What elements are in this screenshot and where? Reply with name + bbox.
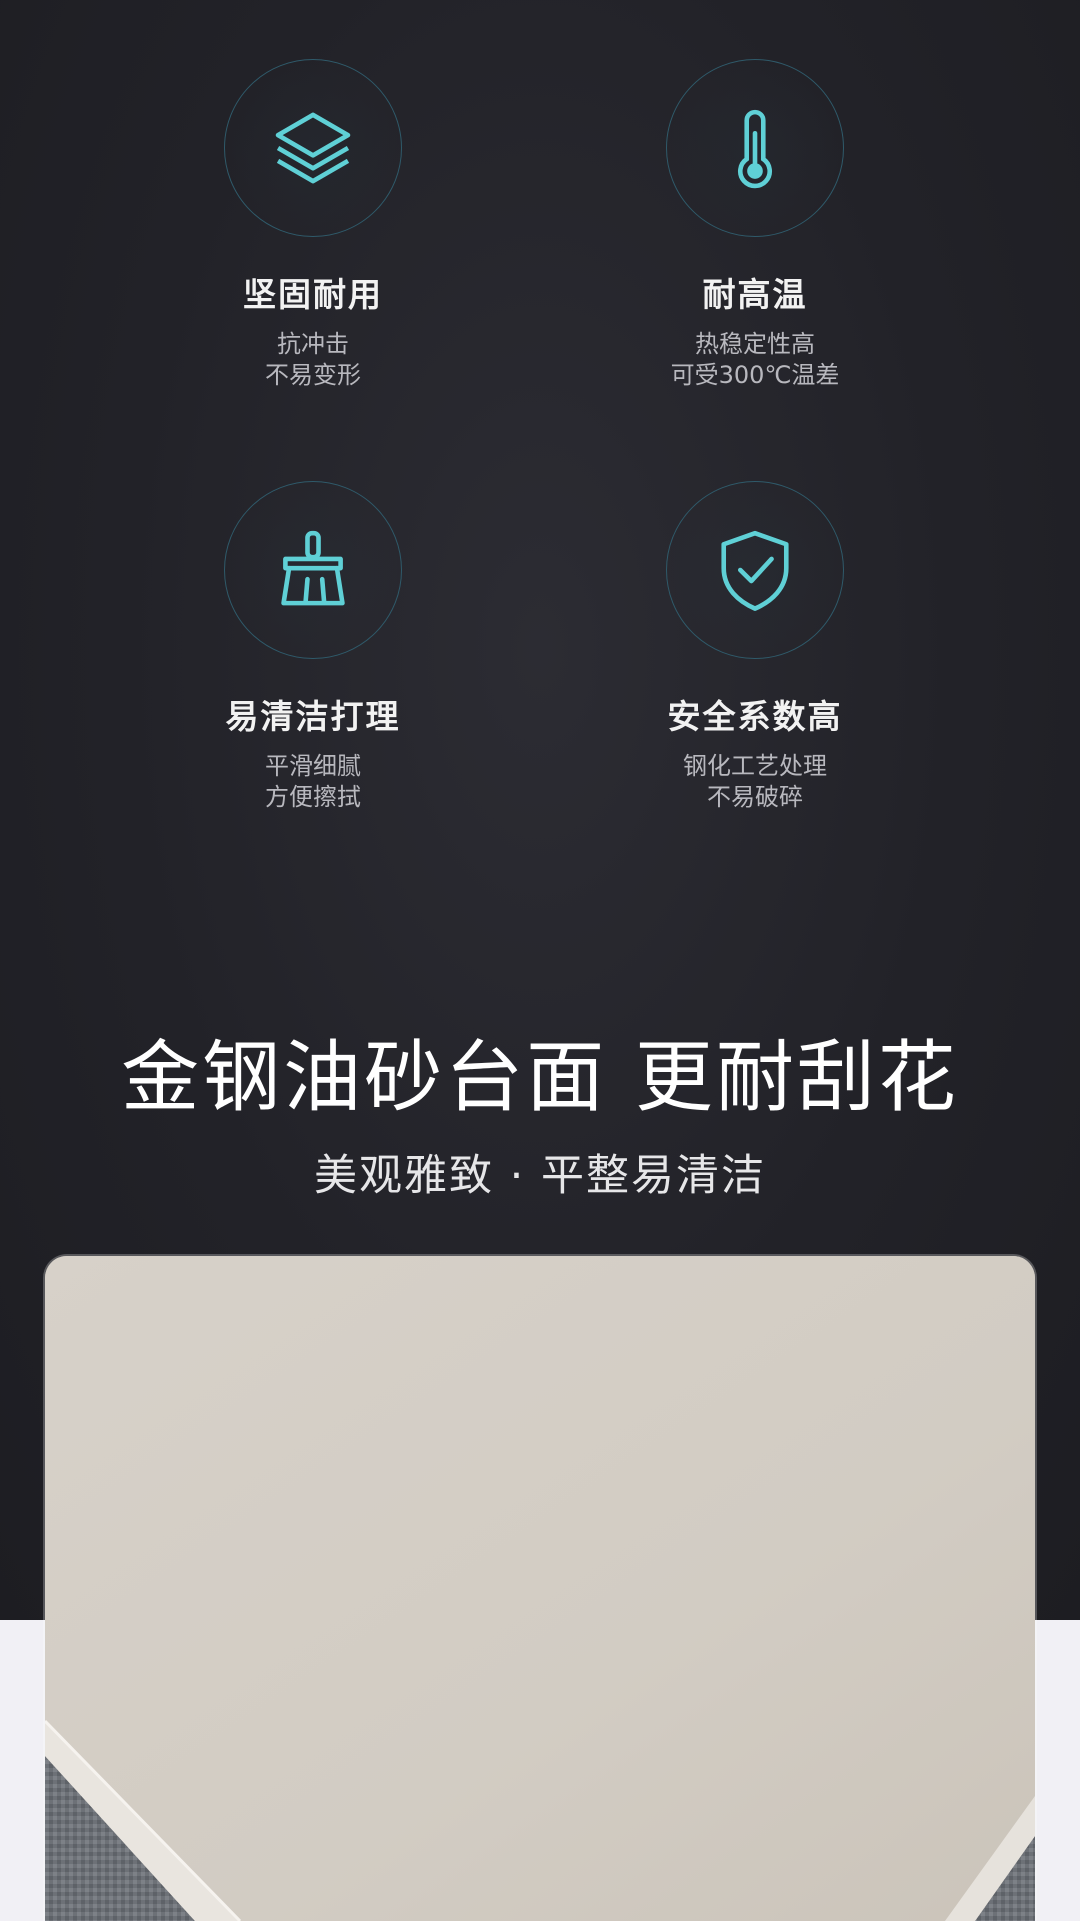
feature-desc-line: 热稳定性高 [695,330,815,358]
feature-icon-circle [224,481,402,659]
feature-heat-resistant: 耐高温 热稳定性高 可受300℃温差 [545,59,965,391]
feature-desc-line: 不易破碎 [707,783,803,811]
layers-icon [275,112,351,184]
feature-desc-line: 平滑细腻 [265,752,361,780]
feature-icon-circle [224,59,402,237]
feature-title: 安全系数高 [667,697,843,736]
feature-safety: 安全系数高 钢化工艺处理 不易破碎 [545,481,965,813]
feature-desc-line: 不易变形 [265,361,361,389]
feature-easy-clean: 易清洁打理 平滑细腻 方便擦拭 [103,481,523,813]
thermometer-icon [738,109,772,189]
countertop-surface-illustration [45,1256,1035,1921]
brush-icon [281,530,345,606]
feature-desc-line: 方便擦拭 [265,783,361,811]
feature-desc-line: 钢化工艺处理 [683,752,827,780]
headline: 金钢油砂台面 更耐刮花 [121,1033,959,1123]
feature-icon-circle [666,481,844,659]
feature-desc: 平滑细腻 方便擦拭 [103,751,523,813]
subheadline: 美观雅致 · 平整易清洁 [313,1151,766,1201]
feature-desc-line: 可受300℃温差 [670,361,840,389]
countertop-photo [45,1256,1035,1921]
feature-title: 坚固耐用 [243,275,383,314]
feature-durable: 坚固耐用 抗冲击 不易变形 [103,59,523,391]
feature-desc-line: 抗冲击 [277,330,349,358]
feature-desc: 钢化工艺处理 不易破碎 [545,751,965,813]
feature-desc: 抗冲击 不易变形 [103,329,523,391]
feature-title: 易清洁打理 [225,697,401,736]
feature-icon-circle [666,59,844,237]
shield-check-icon [721,530,789,611]
feature-desc: 热稳定性高 可受300℃温差 [545,329,965,391]
feature-title: 耐高温 [702,275,808,314]
